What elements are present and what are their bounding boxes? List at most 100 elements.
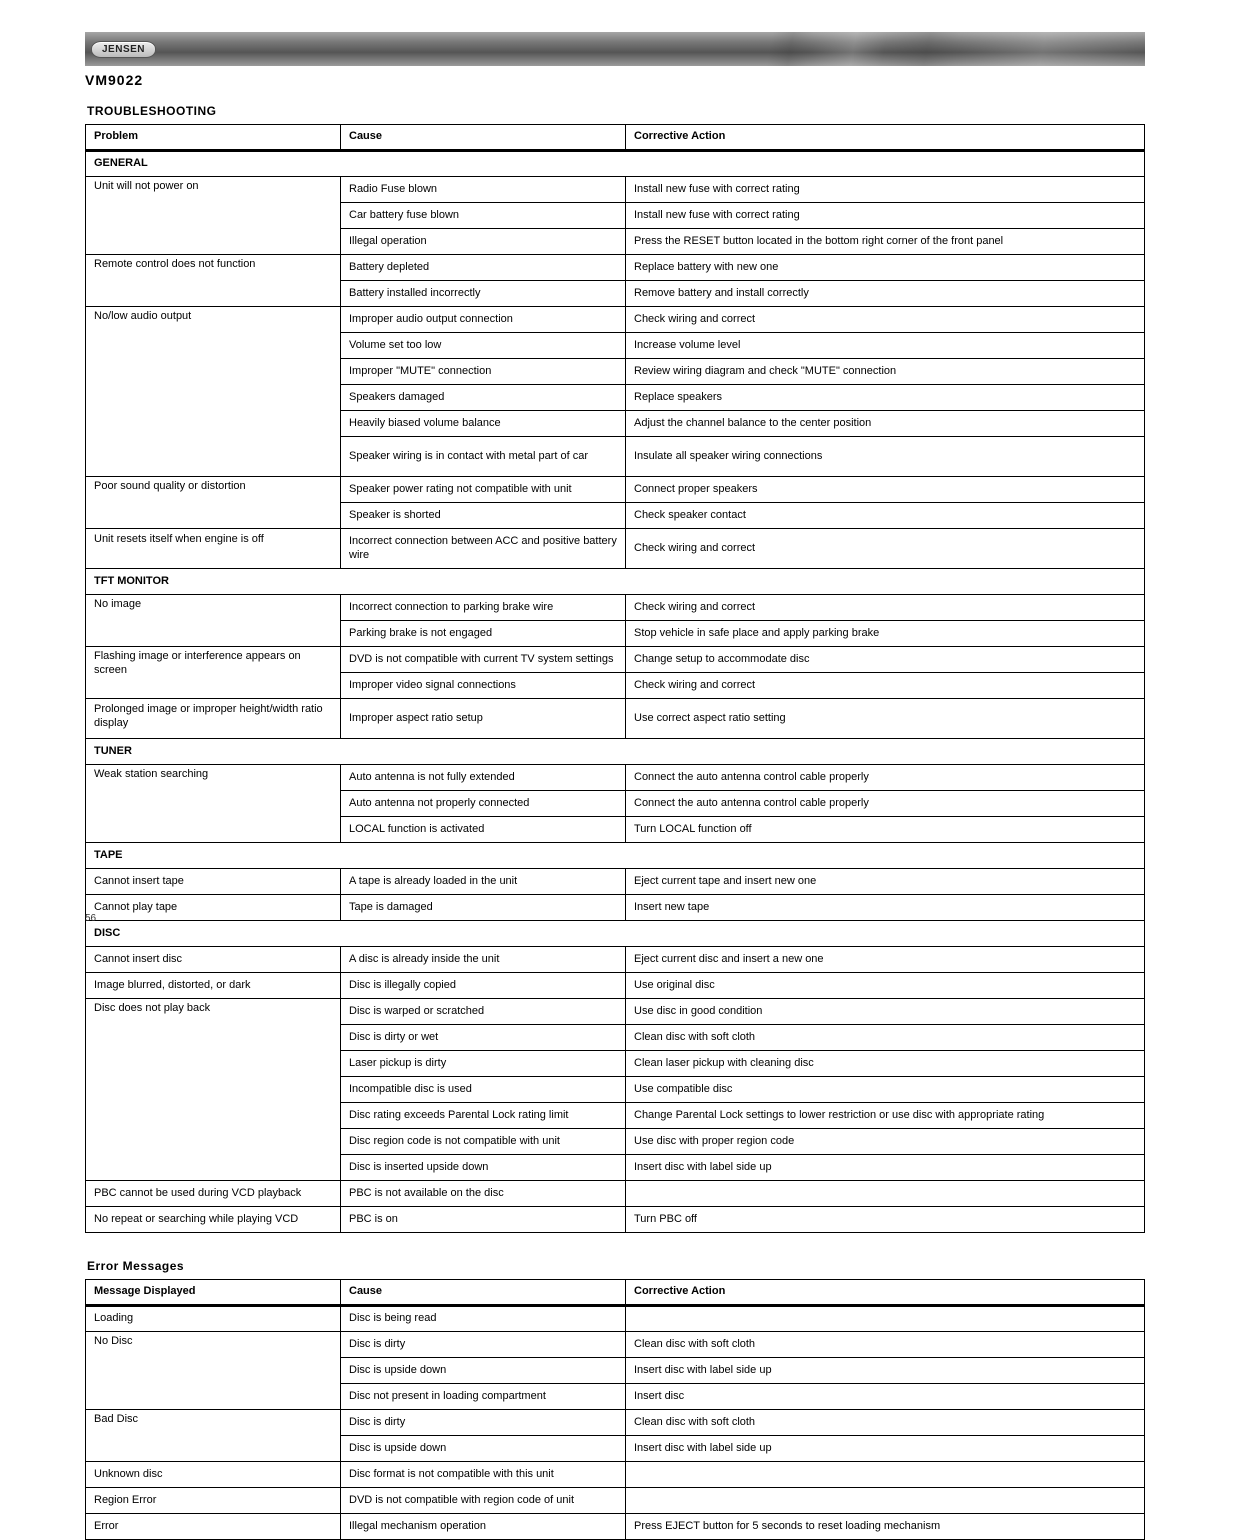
cell: PBC is not available on the disc: [341, 1181, 626, 1207]
cell: Improper video signal connections: [341, 673, 626, 699]
cell: Parking brake is not engaged: [341, 621, 626, 647]
cell: Disc is upside down: [341, 1358, 626, 1384]
cell: Poor sound quality or distortion: [86, 477, 341, 529]
cell: Improper aspect ratio setup: [341, 699, 626, 739]
table-row: Cannot play tape Tape is damaged Insert …: [86, 895, 1145, 921]
cell: DVD is not compatible with region code o…: [341, 1488, 626, 1514]
cell: Install new fuse with correct rating: [626, 177, 1145, 203]
cell: Speaker power rating not compatible with…: [341, 477, 626, 503]
cell: Disc is warped or scratched: [341, 999, 626, 1025]
cell: Eject current tape and insert new one: [626, 869, 1145, 895]
table-row: Disc does not play back Disc is warped o…: [86, 999, 1145, 1025]
cell: Prolonged image or improper height/width…: [86, 699, 341, 739]
cell: Disc is inserted upside down: [341, 1155, 626, 1181]
cell: Use correct aspect ratio setting: [626, 699, 1145, 739]
cell: Turn LOCAL function off: [626, 817, 1145, 843]
cell: Cannot play tape: [86, 895, 341, 921]
cell: Flashing image or interference appears o…: [86, 647, 341, 699]
cell: Clean disc with soft cloth: [626, 1332, 1145, 1358]
brand-logo-text: JENSEN: [91, 41, 156, 58]
cell: Weak station searching: [86, 765, 341, 843]
table-row: PBC cannot be used during VCD playback P…: [86, 1181, 1145, 1207]
cell: PBC cannot be used during VCD playback: [86, 1181, 341, 1207]
cell: Connect proper speakers: [626, 477, 1145, 503]
cell: Turn PBC off: [626, 1207, 1145, 1233]
cell: Use original disc: [626, 973, 1145, 999]
cell: Disc rating exceeds Parental Lock rating…: [341, 1103, 626, 1129]
cell: Speaker wiring is in contact with metal …: [341, 437, 626, 477]
cell: Improper audio output connection: [341, 307, 626, 333]
page-number: 56: [85, 913, 96, 924]
cell: Illegal operation: [341, 229, 626, 255]
table-row: No image Incorrect connection to parking…: [86, 595, 1145, 621]
cell: Review wiring diagram and check "MUTE" c…: [626, 359, 1145, 385]
cell: Use disc in good condition: [626, 999, 1145, 1025]
col-action: Corrective Action: [626, 1280, 1145, 1306]
cell: Bad Disc: [86, 1410, 341, 1462]
cell: Clean disc with soft cloth: [626, 1410, 1145, 1436]
product-name: VM9022: [85, 72, 1145, 88]
cell: Disc is dirty or wet: [341, 1025, 626, 1051]
subhead-tuner: TUNER: [86, 739, 1145, 765]
table-row: Unit will not power on Radio Fuse blown …: [86, 177, 1145, 203]
section-title-troubleshooting: TROUBLESHOOTING: [87, 104, 1145, 118]
table-row: Remote control does not function Battery…: [86, 255, 1145, 281]
table-row: Unit resets itself when engine is off In…: [86, 529, 1145, 569]
table-row: Prolonged image or improper height/width…: [86, 699, 1145, 739]
cell: [626, 1462, 1145, 1488]
table-row: Bad Disc Disc is dirty Clean disc with s…: [86, 1410, 1145, 1436]
cell: Tape is damaged: [341, 895, 626, 921]
cell: LOCAL function is activated: [341, 817, 626, 843]
cell: Cannot insert disc: [86, 947, 341, 973]
cell: No Disc: [86, 1332, 341, 1410]
cell: Insert disc with label side up: [626, 1155, 1145, 1181]
table-row: Cannot insert tape A tape is already loa…: [86, 869, 1145, 895]
cell: Loading: [86, 1306, 341, 1332]
cell: DVD is not compatible with current TV sy…: [341, 647, 626, 673]
table-row: Error Illegal mechanism operation Press …: [86, 1514, 1145, 1540]
cell: PBC is on: [341, 1207, 626, 1233]
cell: Unknown disc: [86, 1462, 341, 1488]
cell: Auto antenna not properly connected: [341, 791, 626, 817]
section-title-error-messages: Error Messages: [87, 1259, 1145, 1273]
cell: Illegal mechanism operation: [341, 1514, 626, 1540]
cell: Check wiring and correct: [626, 595, 1145, 621]
cell: Adjust the channel balance to the center…: [626, 411, 1145, 437]
col-message: Message Displayed: [86, 1280, 341, 1306]
cell: Connect the auto antenna control cable p…: [626, 791, 1145, 817]
cell: Connect the auto antenna control cable p…: [626, 765, 1145, 791]
cell: Check wiring and correct: [626, 307, 1145, 333]
table-row: Poor sound quality or distortion Speaker…: [86, 477, 1145, 503]
table-row: No repeat or searching while playing VCD…: [86, 1207, 1145, 1233]
cell: Insulate all speaker wiring connections: [626, 437, 1145, 477]
subhead-tape: TAPE: [86, 843, 1145, 869]
cell: Speakers damaged: [341, 385, 626, 411]
cell: Battery installed incorrectly: [341, 281, 626, 307]
cell: Volume set too low: [341, 333, 626, 359]
cell: Unit resets itself when engine is off: [86, 529, 341, 569]
cell: Insert disc with label side up: [626, 1358, 1145, 1384]
cell: A disc is already inside the unit: [341, 947, 626, 973]
cell: [626, 1181, 1145, 1207]
cell: Car battery fuse blown: [341, 203, 626, 229]
cell: Insert disc: [626, 1384, 1145, 1410]
cell: Remote control does not function: [86, 255, 341, 307]
cell: No/low audio output: [86, 307, 341, 477]
cell: Stop vehicle in safe place and apply par…: [626, 621, 1145, 647]
cell: Disc region code is not compatible with …: [341, 1129, 626, 1155]
cell: Replace battery with new one: [626, 255, 1145, 281]
cell: Use compatible disc: [626, 1077, 1145, 1103]
banner-streaks: [625, 32, 1145, 66]
cell: Disc is dirty: [341, 1332, 626, 1358]
table-row: Flashing image or interference appears o…: [86, 647, 1145, 673]
error-messages-table: Message Displayed Cause Corrective Actio…: [85, 1279, 1145, 1540]
table-row: Cannot insert disc A disc is already ins…: [86, 947, 1145, 973]
cell: Remove battery and install correctly: [626, 281, 1145, 307]
cell: Check wiring and correct: [626, 529, 1145, 569]
table-header-row: Problem Cause Corrective Action: [86, 125, 1145, 151]
table-row: Weak station searching Auto antenna is n…: [86, 765, 1145, 791]
cell: Auto antenna is not fully extended: [341, 765, 626, 791]
cell: Use disc with proper region code: [626, 1129, 1145, 1155]
table-row: No Disc Disc is dirty Clean disc with so…: [86, 1332, 1145, 1358]
cell: Laser pickup is dirty: [341, 1051, 626, 1077]
